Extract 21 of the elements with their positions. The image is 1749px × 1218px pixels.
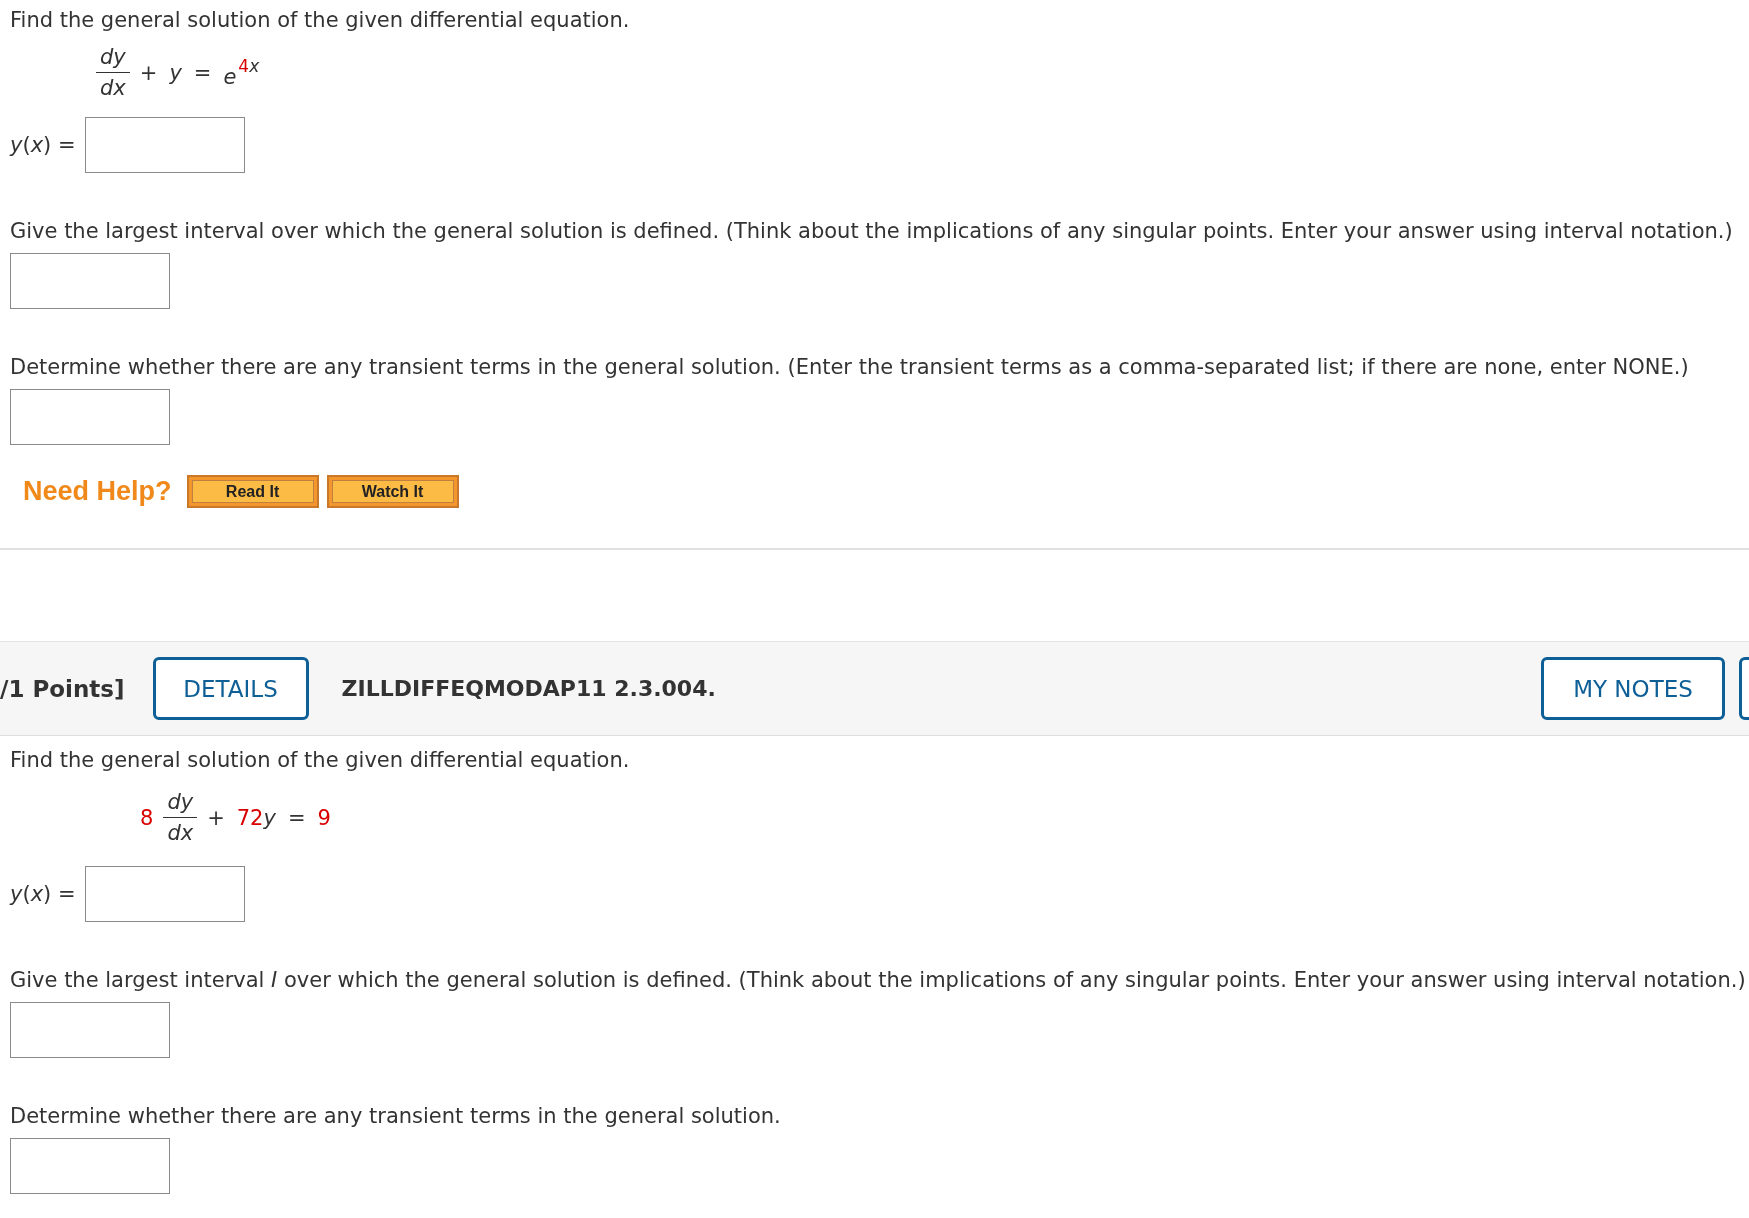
answer-field[interactable] — [10, 1002, 170, 1058]
answer-label: y(x) = — [10, 133, 77, 157]
question-text: Give the largest interval over which the general solution is defined. (Think about the implications of any singular points. Enter your answer using interval notation.) — [10, 219, 1734, 243]
answer-field[interactable] — [85, 117, 245, 173]
need-help-label: Need Help? — [23, 476, 172, 507]
answer-field[interactable] — [10, 389, 170, 445]
answer-field[interactable] — [85, 866, 245, 922]
answer-field[interactable] — [10, 1138, 170, 1194]
question-prompt: Find the general solution of the given differential equation. — [10, 748, 631, 772]
help-button[interactable]: Watch It — [326, 475, 459, 508]
answer-field[interactable] — [10, 253, 170, 309]
problem-id: ZILLDIFFEQMODAP11 2.3.004. — [341, 676, 716, 701]
question-text: Give the largest interval I over which the general solution is defined. (Think about the implications of any singular points. Enter your answer using interval notation.) — [10, 968, 1747, 992]
help-button[interactable]: Read It — [186, 475, 319, 508]
points-label: /1 Points] — [0, 675, 125, 702]
answer-label: y(x) = — [10, 882, 77, 906]
my-notes-button[interactable]: MY NOTES — [1541, 657, 1725, 720]
question-text: Determine whether there are any transient terms in the general solution. — [10, 1104, 782, 1128]
details-button[interactable]: DETAILS — [152, 657, 309, 720]
question-text: Determine whether there are any transient terms in the general solution. (Enter the transient terms as a comma-separated list; if there are none, enter NONE.) — [10, 355, 1690, 379]
question-prompt: Find the general solution of the given differential equation. — [10, 8, 631, 32]
